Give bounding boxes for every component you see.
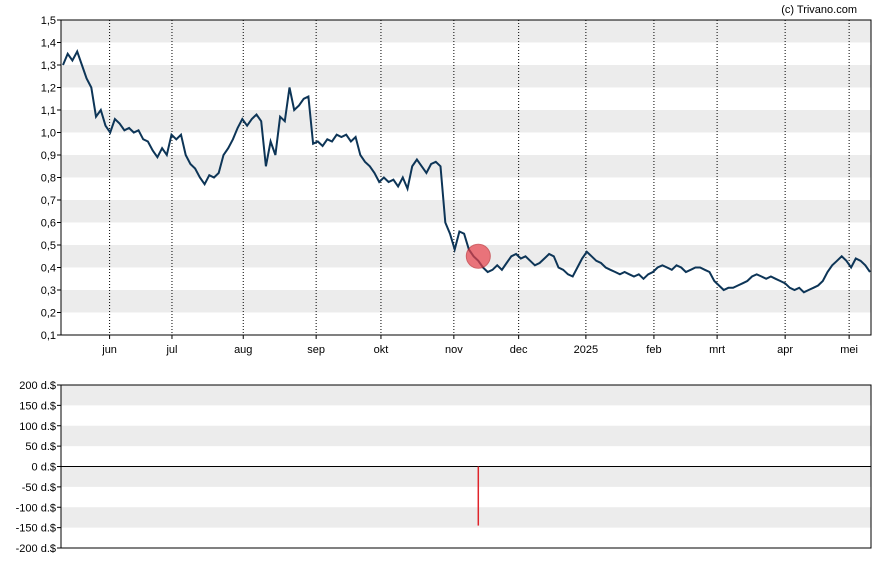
- volume-band: [61, 385, 871, 406]
- price-band: [61, 20, 871, 43]
- price-x-tick-label: sep: [307, 344, 325, 356]
- price-band: [61, 155, 871, 178]
- price-y-tick-label: 0,7: [41, 195, 56, 207]
- transaction-marker: [465, 243, 491, 269]
- price-y-tick-label: 1,2: [41, 83, 56, 95]
- price-x-tick-label: dec: [510, 344, 528, 356]
- volume-y-tick-label: 150 d.$: [19, 400, 56, 412]
- volume-band: [61, 507, 871, 528]
- volume-y-tick-label: 50 d.$: [25, 441, 56, 453]
- price-x-tick-label: mrt: [709, 344, 725, 356]
- price-y-tick-label: 0,1: [41, 330, 56, 342]
- price-y-tick-label: 0,6: [41, 218, 56, 230]
- price-x-tick-label: okt: [374, 344, 389, 356]
- volume-y-tick-label: -200 d.$: [16, 543, 56, 555]
- price-x-tick-label: feb: [646, 344, 661, 356]
- volume-band: [61, 425, 871, 447]
- price-x-tick-label: nov: [445, 344, 463, 356]
- price-y-tick-label: 1,3: [41, 60, 56, 72]
- price-panel-y-ticks: 0,1 0,2 0,3 0,4 0,5 0,6 0,7 0,8 0,9 1,0 1,1 1,2 1,3 1…: [41, 15, 61, 342]
- price-y-tick-label: 1,4: [41, 38, 56, 50]
- price-y-tick-label: 0,4: [41, 263, 56, 275]
- price-x-tick-label: jul: [165, 344, 177, 356]
- price-x-tick-label: jun: [101, 344, 117, 356]
- volume-band: [61, 466, 871, 487]
- price-y-tick-label: 0,5: [41, 240, 56, 252]
- price-y-tick-label: 1,5: [41, 15, 56, 27]
- price-y-tick-label: 0,8: [41, 173, 56, 185]
- price-x-tick-label: aug: [234, 344, 252, 356]
- price-y-tick-label: 0,3: [41, 285, 56, 297]
- price-band: [61, 110, 871, 133]
- price-x-tick-label: mei: [840, 344, 858, 356]
- price-y-tick-label: 1,1: [41, 105, 56, 117]
- volume-y-tick-label: 200 d.$: [19, 380, 56, 392]
- volume-y-tick-label: -50 d.$: [22, 482, 56, 494]
- volume-panel-bands: [61, 385, 871, 528]
- price-band: [61, 65, 871, 88]
- price-panel-bands: [61, 20, 871, 313]
- price-y-tick-label: 1,0: [41, 128, 56, 140]
- price-panel-x-ticks: jun jul aug sep okt nov dec 2025 feb mrt apr mei: [101, 335, 858, 356]
- price-y-tick-label: 0,2: [41, 308, 56, 320]
- volume-y-tick-label: -100 d.$: [16, 502, 56, 514]
- copyright-text: (c) Trivano.com: [781, 4, 857, 16]
- price-band: [61, 200, 871, 223]
- price-volume-chart: (c) Trivano.com 0,1 0,2 0,3 0,4 0,5 0,6 0,7 0,8…: [16, 4, 872, 555]
- volume-y-tick-label: -150 d.$: [16, 523, 56, 535]
- price-x-tick-label: apr: [777, 344, 793, 356]
- price-band: [61, 290, 871, 313]
- volume-y-tick-label: 100 d.$: [19, 421, 56, 433]
- price-x-tick-label: 2025: [574, 344, 598, 356]
- price-y-tick-label: 0,9: [41, 150, 56, 162]
- volume-y-tick-label: 0 d.$: [32, 462, 56, 474]
- volume-panel-y-ticks: -200 d.$ -150 d.$ -100 d.$ -50 d.$ 0 d.$ 50 d…: [16, 380, 61, 555]
